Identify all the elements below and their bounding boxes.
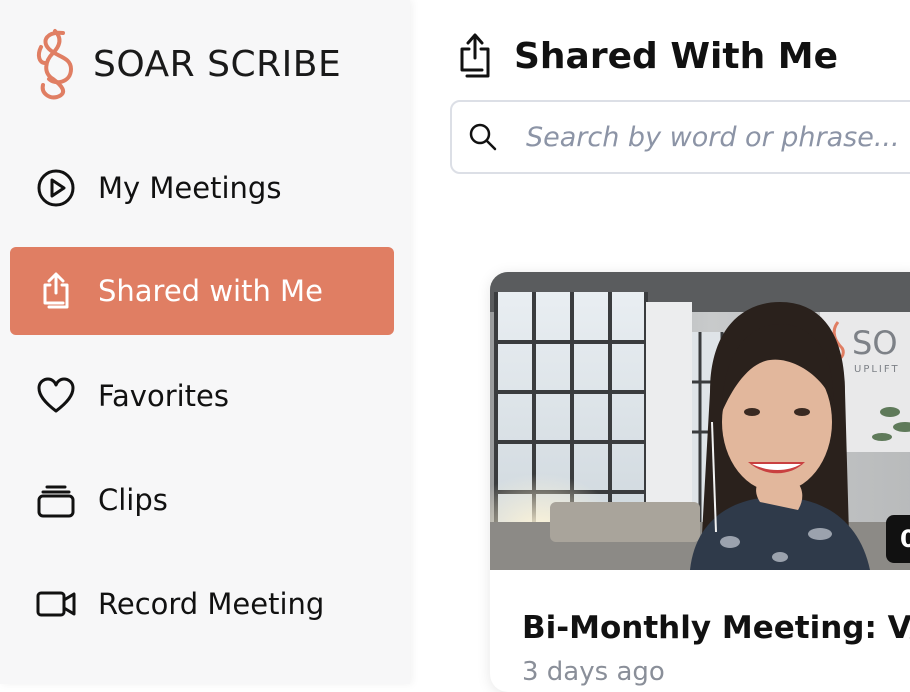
sidebar-item-clips[interactable]: Clips [10,456,394,544]
page-header: Shared With Me [456,32,838,80]
share-upload-icon [36,271,76,311]
sidebar-item-record-meeting[interactable]: Record Meeting [10,560,394,648]
sidebar-item-label: Clips [98,483,168,517]
sidebar-item-label: Record Meeting [98,587,325,621]
meeting-card[interactable]: SO UPLIFT 0 Bi-Monthly Meeting: V 3 days… [490,272,910,692]
search-bar [450,100,910,174]
search-input[interactable] [524,120,910,154]
thumbnail-sign-text: SO [852,324,898,362]
sidebar-item-label: Shared with Me [98,274,323,308]
main-content: Shared With Me Search by word or phrase.… [410,0,910,692]
video-camera-icon [36,584,76,624]
sidebar-item-shared-with-me[interactable]: Shared with Me [10,247,394,335]
brand-name: SOAR SCRIBE [93,43,342,85]
sidebar-item-favorites[interactable]: Favorites [10,352,394,440]
meeting-title[interactable]: Bi-Monthly Meeting: VA Ph [522,610,910,646]
page-title: Shared With Me [514,35,838,77]
sidebar-item-my-meetings[interactable]: My Meetings [10,144,394,232]
meeting-time: 3 days ago [522,657,665,687]
share-upload-icon [460,33,490,78]
play-circle-icon [36,168,76,208]
brand-logo[interactable]: SOAR SCRIBE [33,27,341,101]
soar-s-logo-icon [36,29,74,100]
heart-icon [36,376,76,416]
sidebar: SOAR SCRIBE My Meetings Shared with Me F… [0,0,410,684]
sidebar-item-label: Favorites [98,379,229,413]
search-icon [469,123,497,151]
meeting-thumbnail[interactable]: SO UPLIFT [490,272,910,570]
clips-stack-icon [36,480,76,520]
sidebar-item-label: My Meetings [98,171,282,205]
thumbnail-sign-subtext: UPLIFT [854,364,900,375]
duration-badge: 0 [886,515,910,563]
